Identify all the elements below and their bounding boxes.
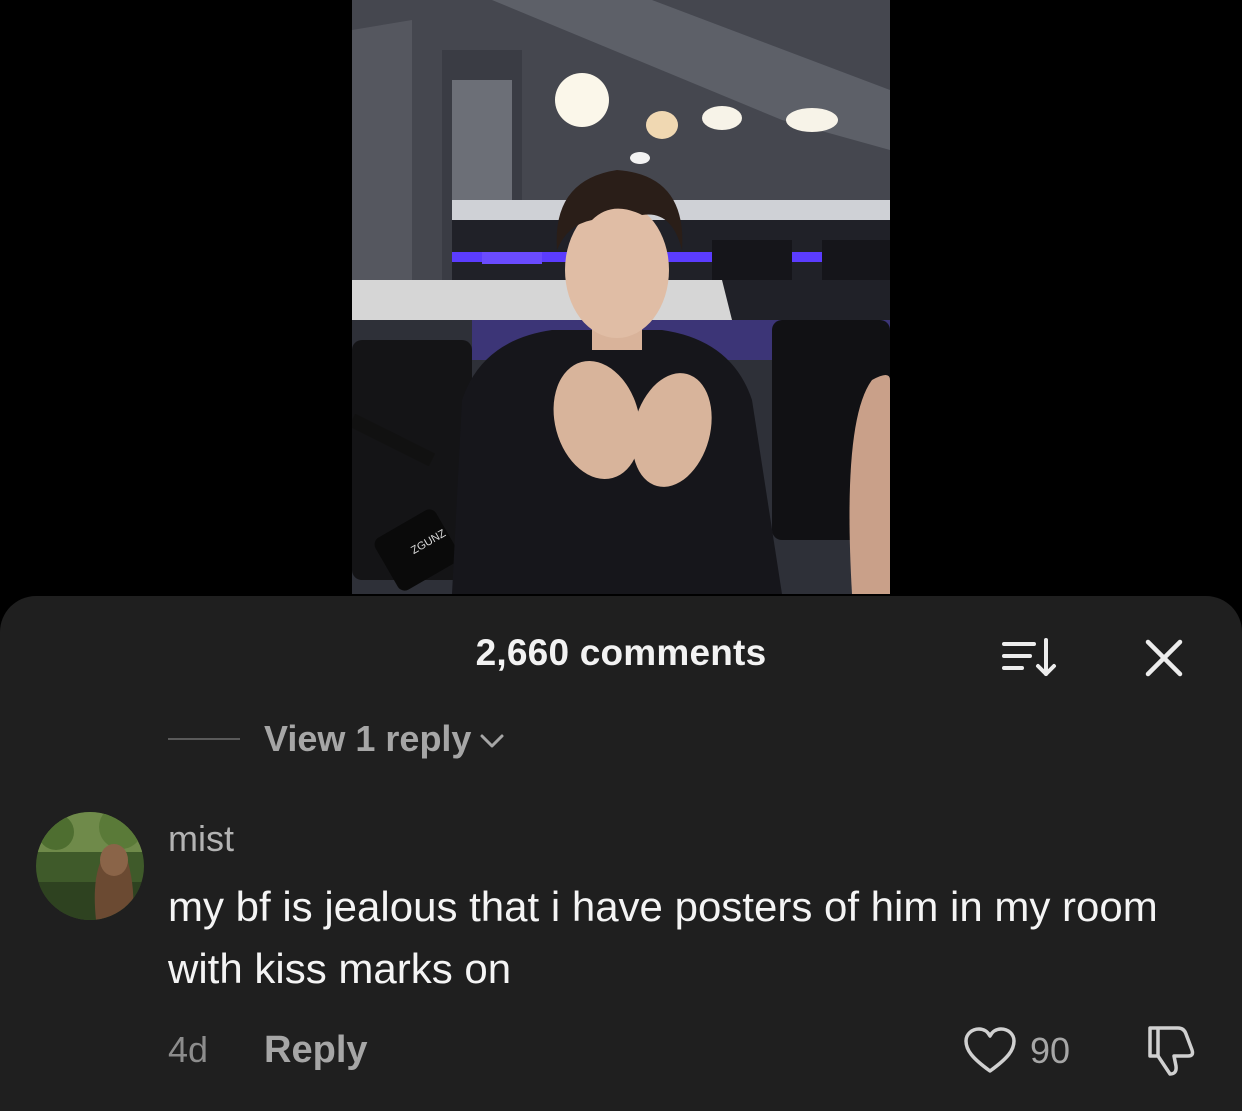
close-icon [1145, 639, 1183, 677]
video-frame[interactable]: ZGUNZ [352, 0, 890, 594]
sort-button[interactable] [1000, 636, 1060, 680]
sort-icon [1002, 638, 1056, 676]
chevron-down-icon [480, 734, 504, 748]
heart-icon [964, 1027, 1016, 1073]
reply-button[interactable]: Reply [264, 1029, 367, 1072]
avatar-image [36, 812, 144, 920]
comment-meta: 4d Reply [168, 1028, 368, 1072]
view-replies-button[interactable]: View 1 reply [264, 718, 505, 760]
comment-username[interactable]: mist [168, 818, 234, 860]
replies-divider [168, 738, 240, 740]
video-thumbnail: ZGUNZ [352, 0, 890, 594]
avatar[interactable] [36, 812, 144, 920]
comment-timestamp: 4d [168, 1029, 209, 1070]
dislike-button[interactable] [1140, 1022, 1198, 1078]
comment-text: my bf is jealous that i have posters of … [168, 883, 1158, 992]
like-button[interactable] [962, 1026, 1018, 1076]
view-replies-row: View 1 reply [168, 714, 505, 764]
view-replies-label: View 1 reply [264, 718, 472, 759]
close-button[interactable] [1140, 634, 1188, 682]
comments-sheet: 2,660 comments View 1 reply mist my bf i… [0, 596, 1242, 1111]
video-player[interactable]: ZGUNZ [0, 0, 1242, 600]
thumbs-down-icon [1148, 1026, 1195, 1076]
like-count: 90 [1030, 1030, 1071, 1071]
